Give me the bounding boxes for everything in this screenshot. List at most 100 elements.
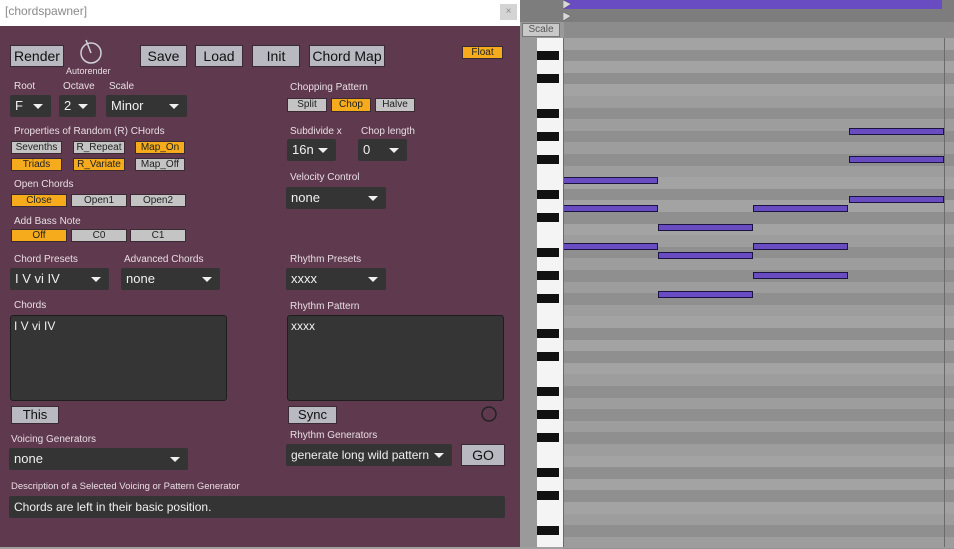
chop-toggle[interactable]: Chop bbox=[331, 98, 371, 112]
scale-button[interactable]: Scale bbox=[522, 23, 560, 37]
black-key[interactable] bbox=[537, 131, 559, 141]
triads-toggle[interactable]: Triads bbox=[11, 158, 62, 171]
autorender-label: Autorender bbox=[66, 66, 111, 76]
chevron-down-icon bbox=[170, 457, 180, 462]
scale-dropdown[interactable]: Minor bbox=[106, 95, 187, 117]
open2-toggle[interactable]: Open2 bbox=[130, 194, 186, 207]
loop-end-line bbox=[944, 38, 945, 547]
description-field: Chords are left in their basic position. bbox=[9, 496, 505, 518]
root-dropdown[interactable]: F bbox=[10, 95, 51, 117]
black-key[interactable] bbox=[537, 410, 559, 420]
octave-value: 2 bbox=[64, 98, 72, 113]
autorender-knob[interactable] bbox=[78, 36, 106, 66]
chord-presets-label: Chord Presets bbox=[14, 254, 78, 265]
midi-note[interactable] bbox=[849, 156, 944, 163]
bass-c0-toggle[interactable]: C0 bbox=[71, 229, 127, 242]
open1-toggle[interactable]: Open1 bbox=[71, 194, 127, 207]
chevron-down-icon bbox=[91, 277, 101, 282]
halve-toggle[interactable]: Halve bbox=[375, 98, 415, 112]
loop-start-marker-icon[interactable] bbox=[563, 0, 573, 22]
black-key[interactable] bbox=[537, 526, 559, 536]
loop-brace[interactable] bbox=[564, 0, 942, 9]
init-button[interactable]: Init bbox=[252, 45, 300, 67]
midi-note[interactable] bbox=[753, 205, 848, 212]
map-on-toggle[interactable]: Map_On bbox=[135, 141, 185, 154]
close-voicing-toggle[interactable]: Close bbox=[11, 194, 67, 207]
black-key[interactable] bbox=[537, 189, 559, 199]
chord-presets-dropdown[interactable]: I V vi IV bbox=[10, 268, 109, 290]
midi-note[interactable] bbox=[753, 272, 848, 279]
subdivide-dropdown[interactable]: 16n bbox=[287, 139, 336, 161]
go-button[interactable]: GO bbox=[461, 444, 505, 466]
title-bar: [chordspawner] × bbox=[0, 0, 520, 26]
rhythm-presets-dropdown[interactable]: xxxx bbox=[286, 268, 386, 290]
piano-keyboard[interactable] bbox=[537, 38, 563, 547]
chevron-down-icon bbox=[318, 148, 328, 153]
midi-note[interactable] bbox=[658, 252, 753, 259]
midi-note[interactable] bbox=[563, 205, 658, 212]
velocity-dropdown[interactable]: none bbox=[286, 187, 386, 209]
midi-note[interactable] bbox=[658, 291, 753, 298]
r-variate-toggle[interactable]: R_Variate bbox=[73, 158, 125, 171]
close-button[interactable]: × bbox=[500, 4, 517, 20]
black-key[interactable] bbox=[537, 352, 559, 362]
midi-note[interactable] bbox=[658, 224, 753, 231]
open-chords-label: Open Chords bbox=[14, 179, 74, 190]
random-properties-label: Properties of Random (R) CHords bbox=[14, 126, 165, 137]
bass-off-toggle[interactable]: Off bbox=[11, 229, 67, 242]
midi-note[interactable] bbox=[563, 243, 658, 250]
midi-note[interactable] bbox=[849, 196, 944, 203]
black-key[interactable] bbox=[537, 271, 559, 280]
black-key[interactable] bbox=[537, 387, 559, 396]
load-button[interactable]: Load bbox=[195, 45, 243, 67]
sevenths-toggle[interactable]: Sevenths bbox=[11, 141, 62, 154]
chevron-down-icon bbox=[368, 277, 378, 282]
black-key[interactable] bbox=[537, 155, 559, 164]
subdivide-value: 16n bbox=[292, 142, 314, 157]
rhythm-generators-dropdown[interactable]: generate long wild pattern bbox=[286, 444, 452, 466]
black-key[interactable] bbox=[537, 433, 559, 443]
voicing-generators-value: none bbox=[14, 451, 43, 466]
this-button[interactable]: This bbox=[11, 406, 59, 424]
rhythm-pattern-label: Rhythm Pattern bbox=[290, 301, 360, 312]
map-off-toggle[interactable]: Map_Off bbox=[135, 158, 185, 171]
black-key[interactable] bbox=[537, 108, 559, 118]
time-ruler[interactable] bbox=[564, 22, 954, 39]
chevron-down-icon bbox=[434, 453, 444, 458]
black-key[interactable] bbox=[537, 73, 559, 83]
rhythm-pattern-textarea[interactable]: xxxx bbox=[287, 315, 504, 401]
scale-label: Scale bbox=[109, 81, 135, 92]
chord-map-button[interactable]: Chord Map bbox=[309, 45, 385, 67]
black-key[interactable] bbox=[537, 468, 559, 478]
split-toggle[interactable]: Split bbox=[287, 98, 327, 112]
black-key[interactable] bbox=[537, 329, 559, 338]
chords-textarea[interactable]: I V vi IV bbox=[10, 315, 227, 401]
midi-note[interactable] bbox=[753, 243, 848, 250]
octave-dropdown[interactable]: 2 bbox=[59, 95, 96, 117]
sync-button[interactable]: Sync bbox=[288, 406, 337, 424]
advanced-chords-label: Advanced Chords bbox=[124, 254, 204, 265]
advanced-chords-dropdown[interactable]: none bbox=[121, 268, 220, 290]
black-key[interactable] bbox=[537, 294, 559, 304]
float-toggle[interactable]: Float bbox=[462, 46, 503, 59]
piano-roll[interactable]: Scale bbox=[520, 0, 954, 549]
bass-note-label: Add Bass Note bbox=[14, 216, 81, 227]
chop-length-label: Chop length bbox=[361, 126, 415, 137]
voicing-generators-dropdown[interactable]: none bbox=[9, 448, 188, 470]
grid-line bbox=[563, 38, 564, 547]
note-grid[interactable] bbox=[563, 38, 954, 549]
chop-length-dropdown[interactable]: 0 bbox=[358, 139, 407, 161]
window-title: [chordspawner] bbox=[5, 4, 88, 18]
black-key[interactable] bbox=[537, 50, 559, 60]
r-repeat-toggle[interactable]: R_Repeat bbox=[73, 141, 125, 154]
render-button[interactable]: Render bbox=[10, 45, 64, 67]
chords-label: Chords bbox=[14, 300, 47, 311]
midi-note[interactable] bbox=[563, 177, 658, 184]
black-key[interactable] bbox=[537, 247, 559, 257]
black-key[interactable] bbox=[537, 491, 559, 501]
midi-note[interactable] bbox=[849, 128, 944, 135]
description-label: Description of a Selected Voicing or Pat… bbox=[11, 481, 240, 492]
bass-c1-toggle[interactable]: C1 bbox=[130, 229, 186, 242]
black-key[interactable] bbox=[537, 213, 559, 222]
save-button[interactable]: Save bbox=[140, 45, 187, 67]
